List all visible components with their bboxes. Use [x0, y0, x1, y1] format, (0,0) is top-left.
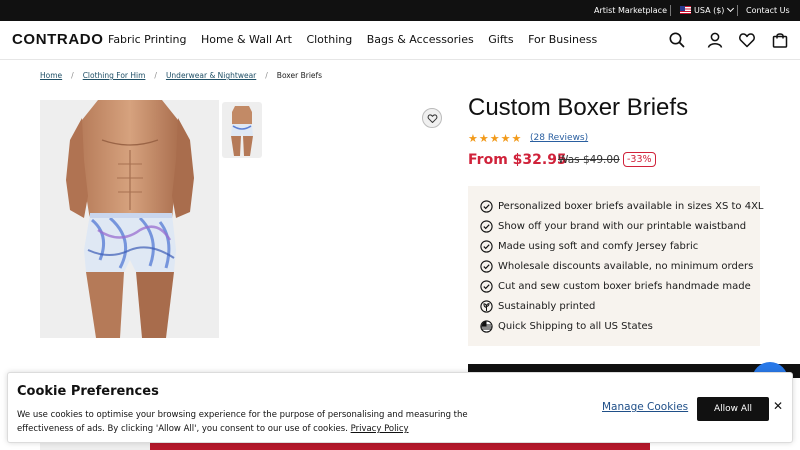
feature-text: Sustainably printed: [498, 301, 596, 312]
cookie-banner: Cookie Preferences We use cookies to opt…: [7, 372, 793, 443]
breadcrumb-separator: /: [154, 71, 157, 80]
feature-text: Quick Shipping to all US States: [498, 321, 653, 332]
bag-icon[interactable]: [771, 31, 789, 49]
breadcrumb-separator: /: [71, 71, 74, 80]
breadcrumb-separator: /: [265, 71, 268, 80]
us-flag-icon: [480, 320, 493, 333]
currency-label: USA ($): [694, 6, 725, 15]
account-icon[interactable]: [706, 31, 724, 49]
feature-text: Made using soft and comfy Jersey fabric: [498, 241, 699, 252]
product-main-image[interactable]: [40, 100, 219, 338]
us-flag-icon: [680, 6, 691, 14]
allow-all-button[interactable]: Allow All: [697, 397, 769, 421]
product-thumbnail[interactable]: [222, 102, 262, 158]
privacy-policy-link[interactable]: Privacy Policy: [351, 424, 409, 434]
feature-text: Cut and sew custom boxer briefs handmade…: [498, 281, 751, 292]
main-nav: Fabric Printing Home & Wall Art Clothing…: [108, 33, 608, 46]
main-header: CONTRADO Fabric Printing Home & Wall Art…: [0, 21, 800, 60]
promo-banner: [150, 443, 650, 450]
nav-clothing[interactable]: Clothing: [306, 33, 352, 46]
feature-text: Wholesale discounts available, no minimu…: [498, 261, 754, 272]
breadcrumb-current: Boxer Briefs: [276, 71, 323, 80]
leaf-icon: [480, 300, 493, 313]
product-features-box: Personalized boxer briefs available in s…: [468, 186, 764, 346]
breadcrumb-underwear-nightwear[interactable]: Underwear & Nightwear: [166, 71, 256, 80]
check-circle-icon: [480, 280, 493, 293]
nav-fabric-printing[interactable]: Fabric Printing: [108, 33, 186, 46]
nav-home-wall-art[interactable]: Home & Wall Art: [201, 33, 292, 46]
nav-bags-accessories[interactable]: Bags & Accessories: [367, 33, 474, 46]
rating-stars: ★★★★★: [468, 132, 523, 145]
manage-cookies-link[interactable]: Manage Cookies: [602, 401, 688, 413]
model-photo: [66, 100, 194, 338]
topbar-divider: [737, 5, 738, 16]
site-logo[interactable]: CONTRADO: [12, 31, 103, 48]
thumbnail-photo: [231, 106, 253, 156]
breadcrumb-home[interactable]: Home: [40, 71, 62, 80]
breadcrumb: Home / Clothing For Him / Underwear & Nightw…: [40, 71, 322, 80]
currency-selector[interactable]: USA ($): [680, 0, 735, 21]
product-title: Custom Boxer Briefs: [468, 94, 689, 121]
check-circle-icon: [480, 220, 493, 233]
nav-for-business[interactable]: For Business: [528, 33, 597, 46]
check-circle-icon: [480, 240, 493, 253]
search-icon[interactable]: [668, 31, 686, 49]
product-price: From $32.95: [468, 152, 567, 168]
cookie-text: We use cookies to optimise your browsing…: [17, 408, 477, 436]
discount-badge: -33%: [623, 152, 656, 167]
breadcrumb-clothing-for-him[interactable]: Clothing For Him: [83, 71, 146, 80]
contact-us-link[interactable]: Contact Us: [746, 0, 790, 21]
was-price: Was $49.00: [558, 154, 620, 166]
cookie-title: Cookie Preferences: [17, 384, 159, 399]
chevron-down-icon: [727, 4, 735, 13]
topbar-divider: [670, 5, 671, 16]
top-utility-bar: Artist Marketplace USA ($) Contact Us: [0, 0, 800, 21]
nav-gifts[interactable]: Gifts: [488, 33, 513, 46]
feature-text: Personalized boxer briefs available in s…: [498, 201, 764, 212]
wishlist-button[interactable]: [422, 108, 442, 128]
heart-icon[interactable]: [738, 31, 756, 49]
check-circle-icon: [480, 260, 493, 273]
artist-marketplace-link[interactable]: Artist Marketplace: [594, 0, 667, 21]
heart-icon: [427, 114, 438, 123]
check-circle-icon: [480, 200, 493, 213]
feature-text: Show off your brand with our printable w…: [498, 221, 747, 232]
reviews-link[interactable]: (28 Reviews): [530, 133, 588, 143]
close-icon[interactable]: ✕: [773, 399, 783, 413]
